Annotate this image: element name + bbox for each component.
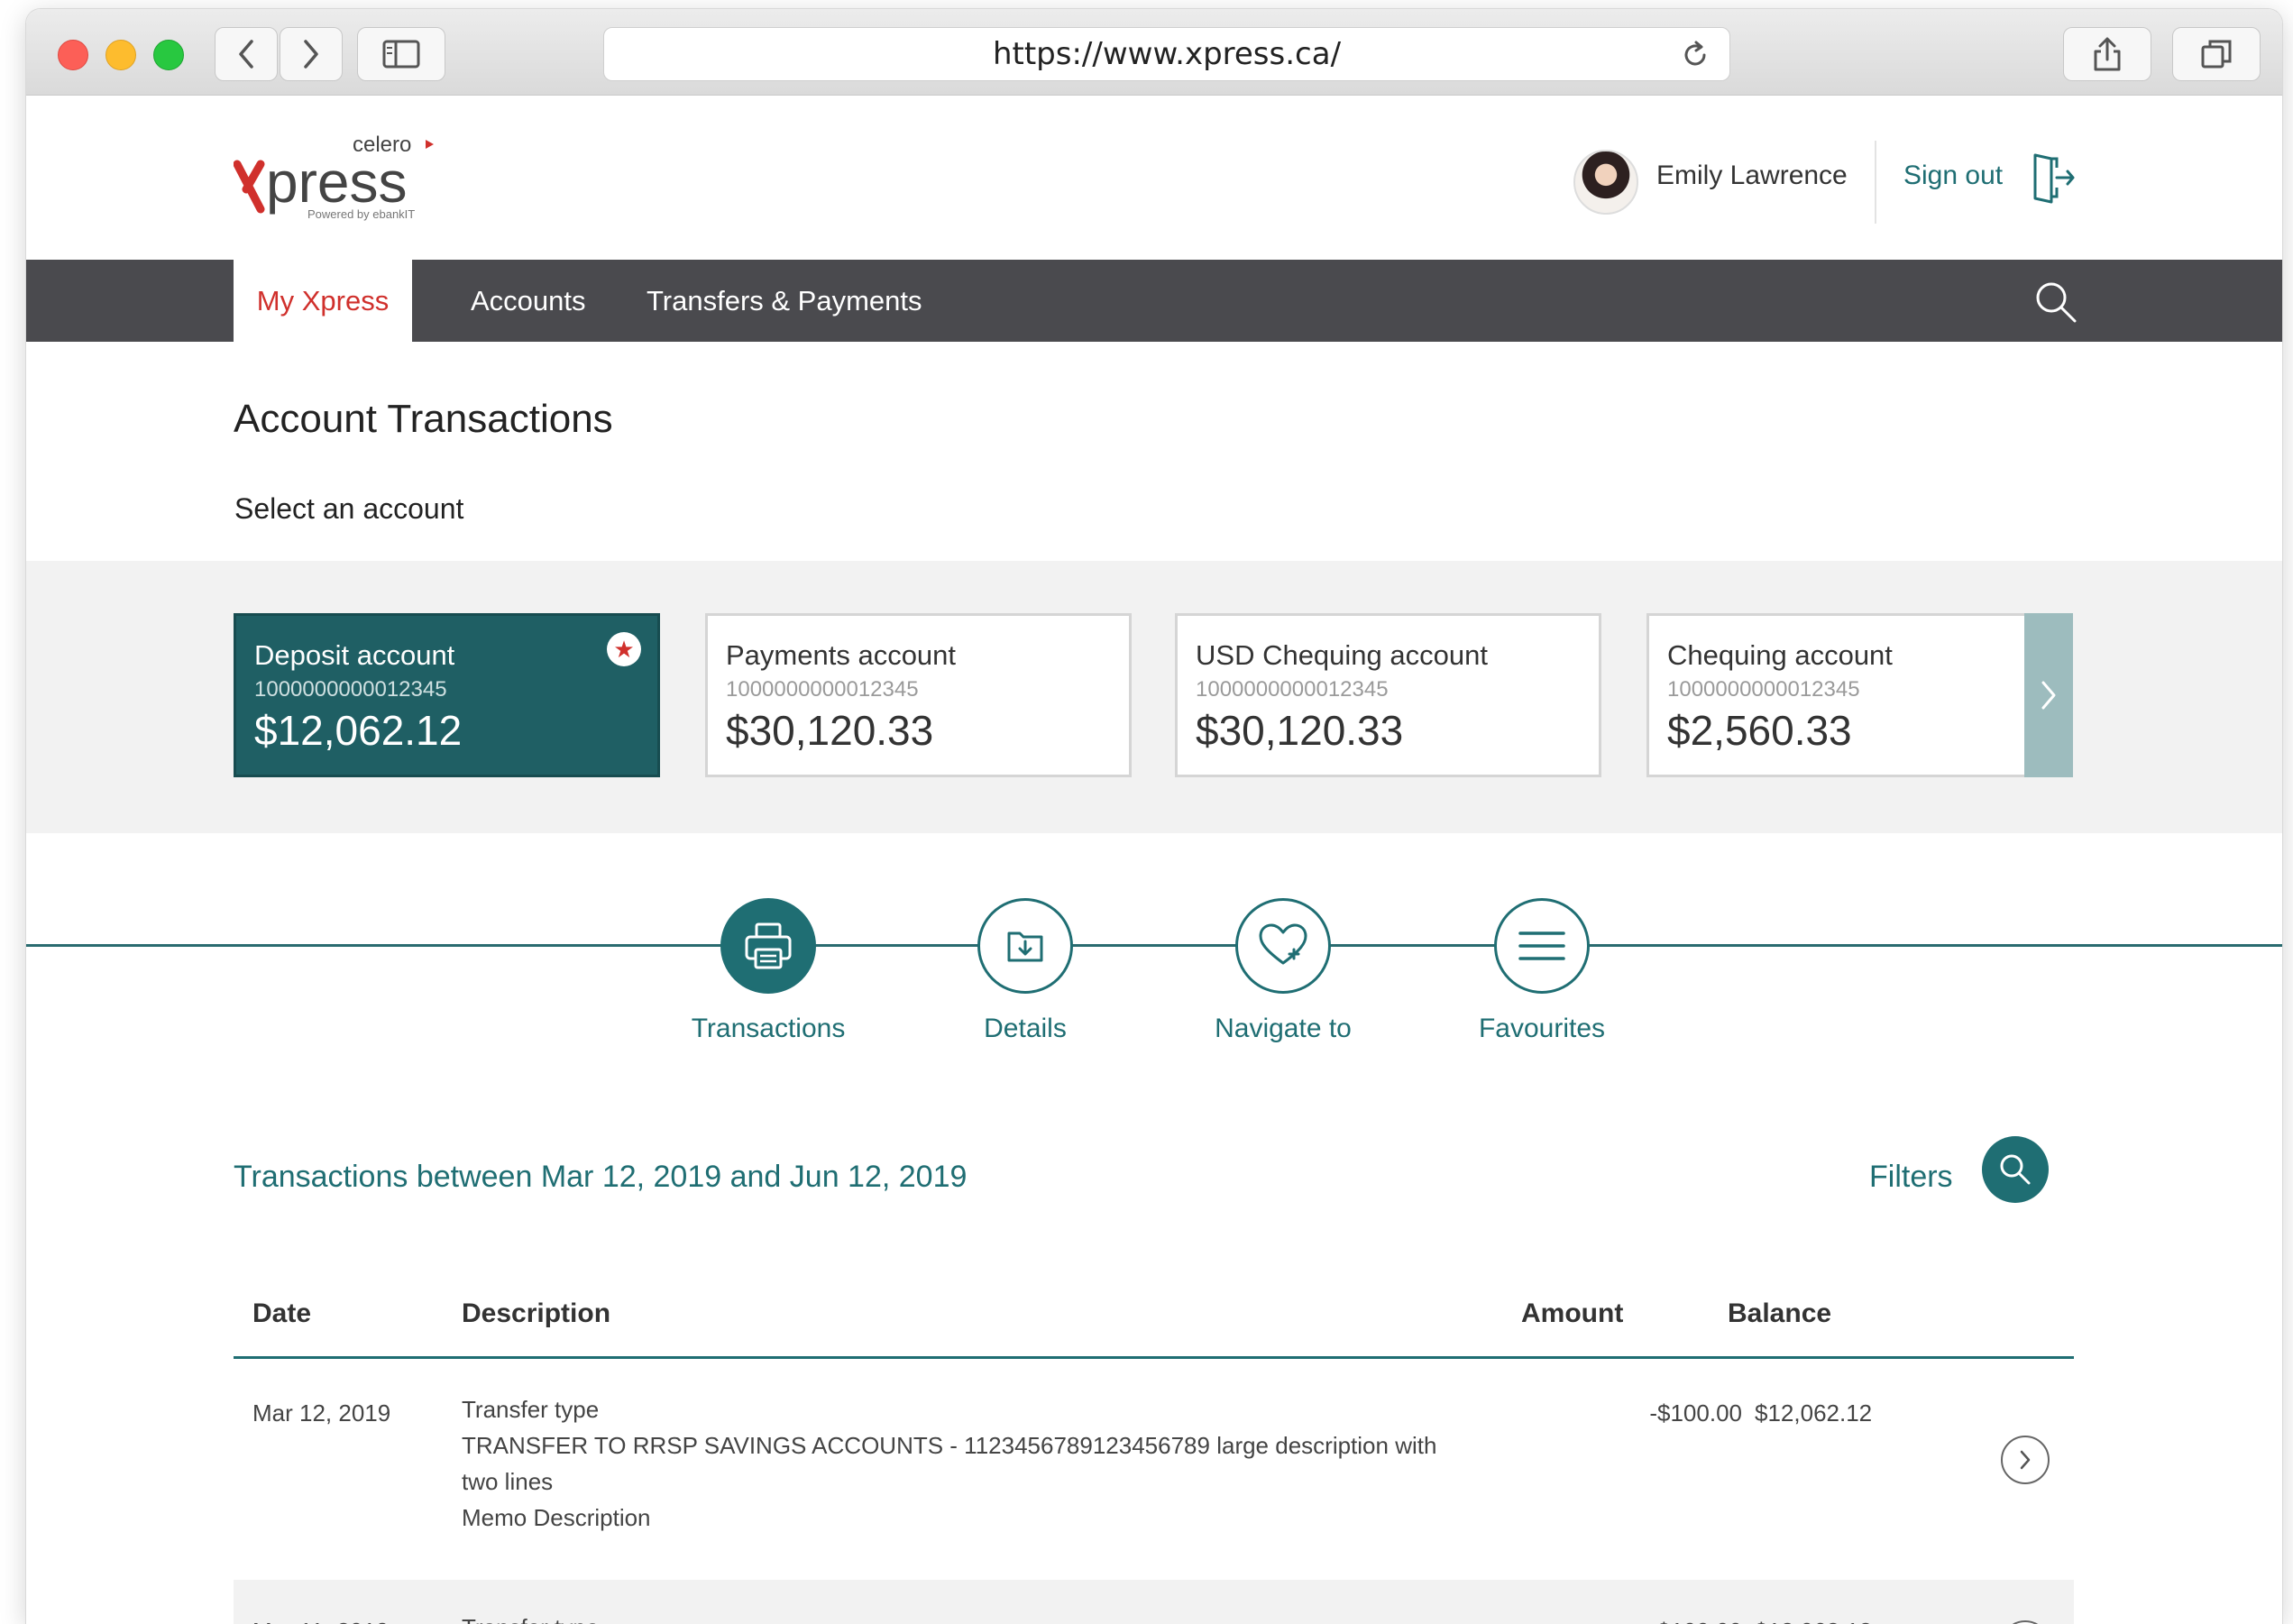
tab-label-navigate-to[interactable]: Navigate to <box>1184 1014 1382 1044</box>
search-icon <box>2000 1154 2031 1185</box>
account-number: 1000000000012345 <box>1667 677 1860 702</box>
address-bar[interactable]: https://www.xpress.ca/ <box>603 27 1730 81</box>
browser-window: https://www.xpress.ca/ celero press Powe… <box>26 9 2282 1624</box>
row-date: Mar 12, 2019 <box>252 1399 391 1427</box>
site-header: celero press Powered by ebankIT Emily La… <box>26 96 2282 260</box>
account-number: 1000000000012345 <box>726 677 919 702</box>
tab-label-details[interactable]: Details <box>944 1014 1106 1044</box>
share-icon <box>2094 37 2121 71</box>
account-name: USD Chequing account <box>1196 639 1488 671</box>
row-expand-button[interactable] <box>2001 1436 2050 1484</box>
sign-out-link[interactable]: Sign out <box>1903 161 2003 191</box>
chevron-right-icon <box>2041 681 2056 710</box>
tabs-icon <box>2201 40 2232 69</box>
page-title: Account Transactions <box>234 397 613 441</box>
tabs-overview-button[interactable] <box>2172 27 2261 81</box>
column-header-description[interactable]: Description <box>462 1298 610 1329</box>
transactions-range-title: Transactions between Mar 12, 2019 and Ju… <box>234 1160 968 1194</box>
row-memo: Memo Description <box>462 1504 651 1531</box>
tab-favourites[interactable] <box>1494 898 1590 994</box>
account-balance: $30,120.33 <box>726 707 934 754</box>
account-card-usd-chequing[interactable]: USD Chequing account 1000000000012345 $3… <box>1175 613 1601 777</box>
minimize-window-button[interactable] <box>105 40 136 70</box>
xpress-logo-image: celero press Powered by ebankIT <box>233 133 434 221</box>
folder-download-icon <box>1007 931 1043 962</box>
account-card-deposit[interactable]: Deposit account 1000000000012345 $12,062… <box>234 613 660 777</box>
avatar[interactable] <box>1573 150 1638 215</box>
chevron-right-icon <box>2020 1450 2031 1470</box>
table-row[interactable]: Mar 12, 2019 Transfer type TRANSFER TO R… <box>234 1359 2074 1579</box>
sign-out-icon[interactable] <box>2030 151 2077 204</box>
logo-tagline-text: Powered by ebankIT <box>307 207 415 221</box>
chevron-right-icon <box>304 40 318 69</box>
row-description-line: two lines <box>462 1468 554 1495</box>
printer-icon <box>745 922 792 969</box>
nav-item-accounts[interactable]: Accounts <box>471 260 586 342</box>
account-card-payments[interactable]: Payments account 1000000000012345 $30,12… <box>705 613 1132 777</box>
account-number: 1000000000012345 <box>1196 677 1389 702</box>
nav-item-my-xpress[interactable]: My Xpress <box>234 260 412 342</box>
url-text: https://www.xpress.ca/ <box>992 36 1342 72</box>
account-name: Deposit account <box>254 639 455 671</box>
account-name: Payments account <box>726 639 957 671</box>
sidebar-icon <box>382 40 420 69</box>
tabs-timeline <box>26 944 2282 947</box>
forward-button[interactable] <box>280 27 343 81</box>
filters-search-button[interactable] <box>1982 1136 2049 1203</box>
sidebar-toggle-button[interactable] <box>357 27 445 81</box>
row-transfer-type: Transfer type <box>462 1396 600 1423</box>
column-header-balance[interactable]: Balance <box>1728 1298 1831 1329</box>
filters-link[interactable]: Filters <box>1869 1160 1953 1195</box>
select-account-label: Select an account <box>234 492 464 525</box>
tab-label-transactions[interactable]: Transactions <box>687 1014 849 1044</box>
account-balance: $12,062.12 <box>254 707 463 754</box>
back-button[interactable] <box>215 27 278 81</box>
browser-toolbar: https://www.xpress.ca/ <box>26 9 2282 96</box>
row-date: Mar 11, 2019 <box>252 1613 389 1624</box>
account-balance: $30,120.33 <box>1196 707 1404 754</box>
maximize-window-button[interactable] <box>153 40 184 70</box>
main-navigation: My Xpress Accounts Transfers & Payments <box>26 260 2282 342</box>
header-divider <box>1875 141 1876 224</box>
chevron-left-icon <box>239 40 253 69</box>
heart-plus-icon <box>1259 923 1307 965</box>
tab-transactions[interactable] <box>720 898 816 994</box>
reload-icon[interactable] <box>1679 39 1711 71</box>
row-description: Transfer type TRANSFER TO RRSP SAVINGS A… <box>462 1391 1454 1536</box>
search-icon[interactable] <box>2033 280 2078 325</box>
tab-navigate-to[interactable] <box>1235 898 1331 994</box>
account-number: 1000000000012345 <box>254 677 447 702</box>
share-button[interactable] <box>2063 27 2151 81</box>
xpress-logo[interactable]: celero press Powered by ebankIT <box>233 132 450 222</box>
row-transfer-type: Transfer type <box>462 1610 599 1624</box>
account-selector: Deposit account 1000000000012345 $12,062… <box>26 561 2282 833</box>
account-name: Chequing account <box>1667 639 1893 671</box>
row-balance: $12,062.12 <box>1755 1399 1873 1427</box>
row-balance: $12,062.12 <box>1755 1613 1872 1624</box>
menu-lines-icon <box>1518 931 1565 960</box>
tab-details[interactable] <box>977 898 1073 994</box>
favourite-star-icon[interactable]: ★ <box>607 632 641 666</box>
row-amount: -$100.00 <box>1559 1613 1742 1624</box>
tab-label-favourites[interactable]: Favourites <box>1443 1014 1641 1044</box>
account-balance: $2,560.33 <box>1667 707 1852 754</box>
column-header-amount[interactable]: Amount <box>1521 1298 1623 1329</box>
close-window-button[interactable] <box>58 40 88 70</box>
row-amount: -$100.00 <box>1649 1399 1742 1427</box>
logo-word-text: press <box>266 150 408 215</box>
column-header-date[interactable]: Date <box>252 1298 311 1329</box>
row-description-line: TRANSFER TO RRSP SAVINGS ACCOUNTS - 1123… <box>462 1432 1437 1459</box>
account-card-chequing[interactable]: Chequing account 1000000000012345 $2,560… <box>1646 613 2073 777</box>
table-row[interactable]: Mar 11, 2019 Transfer type -$100.00 $12,… <box>234 1580 2074 1624</box>
next-accounts-button[interactable] <box>2024 613 2073 777</box>
user-name[interactable]: Emily Lawrence <box>1656 161 1848 191</box>
row-expand-button[interactable] <box>2001 1620 2050 1624</box>
nav-item-transfers-payments[interactable]: Transfers & Payments <box>647 260 922 342</box>
